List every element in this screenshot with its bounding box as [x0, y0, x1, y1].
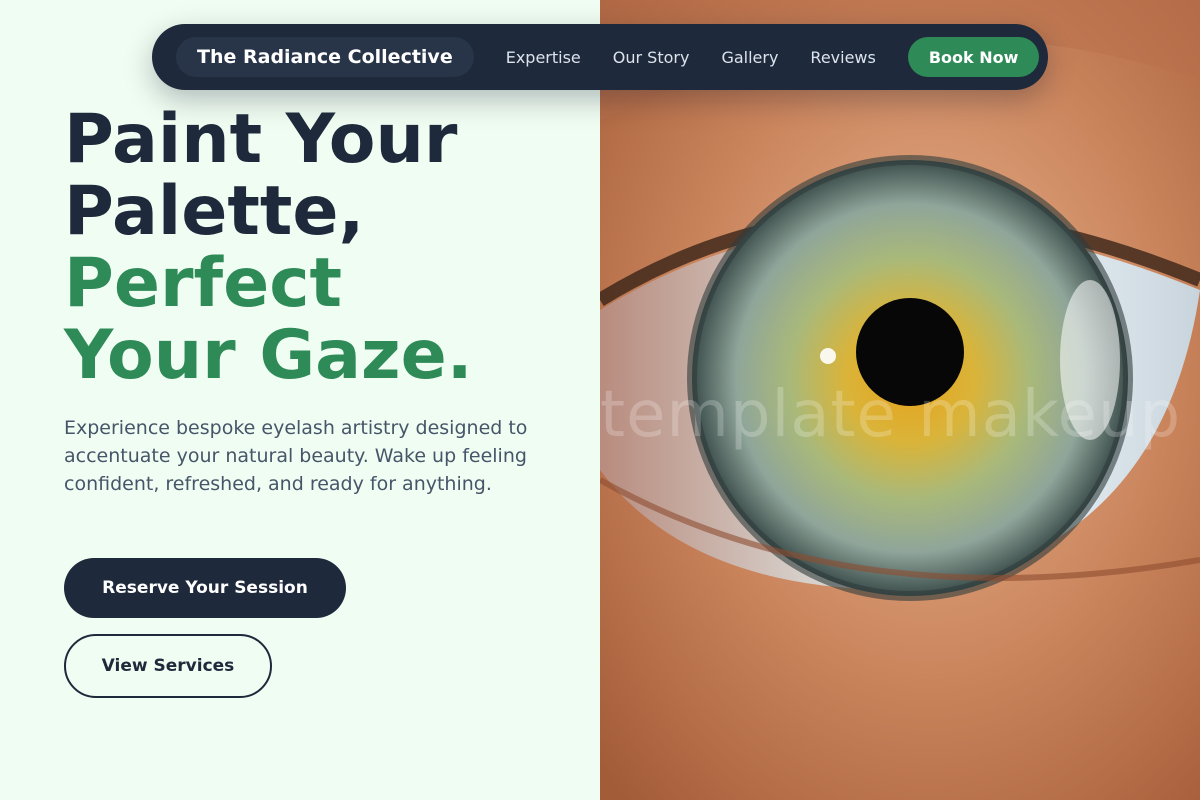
nav-link-gallery[interactable]: Gallery: [705, 48, 794, 67]
headline-line-1: Paint Your: [64, 100, 458, 179]
headline-line-3: Perfect: [64, 244, 343, 323]
top-navbar: The Radiance Collective Expertise Our St…: [152, 24, 1048, 90]
headline-line-2: Palette,: [64, 172, 365, 251]
nav-link-expertise[interactable]: Expertise: [490, 48, 597, 67]
hero-headline: Paint Your Palette, Perfect Your Gaze.: [64, 104, 584, 392]
view-services-button[interactable]: View Services: [64, 634, 272, 698]
headline-line-4: Your Gaze.: [64, 316, 473, 395]
nav-link-reviews[interactable]: Reviews: [794, 48, 891, 67]
reserve-session-button[interactable]: Reserve Your Session: [64, 558, 346, 618]
nav-links: Expertise Our Story Gallery Reviews: [490, 48, 892, 67]
book-now-button[interactable]: Book Now: [907, 37, 1040, 77]
nav-link-our-story[interactable]: Our Story: [597, 48, 706, 67]
brand-logo[interactable]: The Radiance Collective: [176, 37, 474, 77]
hero-description: Experience bespoke eyelash artistry desi…: [64, 417, 528, 495]
image-watermark: template makeup: [600, 378, 1182, 452]
